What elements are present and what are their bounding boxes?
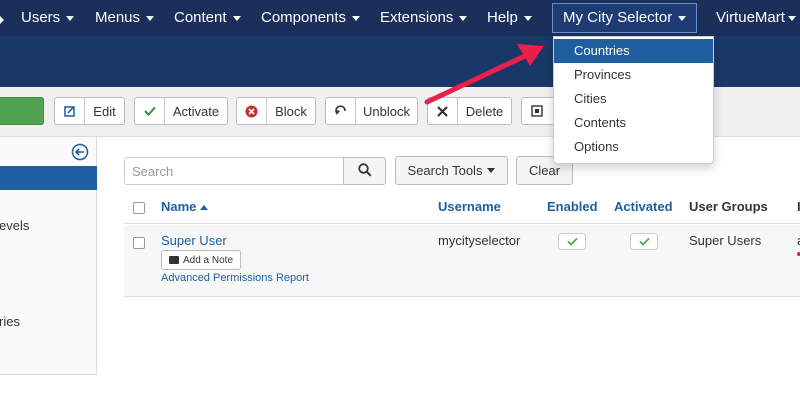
nav-menu-extensions[interactable]: Extensions [380,0,468,36]
column-enabled[interactable]: Enabled [547,199,598,214]
block-icon [237,98,267,124]
new-button[interactable] [0,97,44,125]
delete-button[interactable]: Delete [427,97,512,125]
check-icon [638,234,650,249]
unblock-button[interactable]: Unblock [325,97,418,125]
user-groups-value: Super Users [689,233,762,248]
sidebar-item-categories[interactable]: ries [0,314,20,329]
sidebar: evels ries [0,137,97,375]
column-name[interactable]: Name [161,199,209,214]
menu-item-countries[interactable]: Countries [554,39,713,63]
caret-down-icon [787,15,796,21]
caret-down-icon [232,15,241,21]
caret-down-icon [146,15,155,21]
table-row: Super User Add a Note Advanced Permissio… [124,225,800,297]
activate-button[interactable]: Activate [134,97,228,125]
search-icon [357,162,372,180]
enabled-toggle[interactable] [558,233,586,250]
check-icon [566,234,578,249]
nav-menu-content[interactable]: Content [174,0,241,36]
caret-down-icon [523,15,532,21]
edit-icon [55,98,85,124]
nav-menu-virtuemart[interactable]: VirtueMart [716,0,796,36]
edit-button[interactable]: Edit [54,97,125,125]
my-city-selector-dropdown: Countries Provinces Cities Contents Opti… [553,36,714,164]
menu-item-cities[interactable]: Cities [554,87,713,111]
user-name-link[interactable]: Super User [161,233,227,248]
column-username[interactable]: Username [438,199,501,214]
nav-menu-components[interactable]: Components [261,0,361,36]
nav-menu-users[interactable]: Users [21,0,75,36]
activated-toggle[interactable] [630,233,658,250]
caret-down-icon [459,15,468,21]
menu-item-provinces[interactable]: Provinces [554,63,713,87]
sort-ascending-icon [200,205,209,211]
search-tools-button[interactable]: Search Tools [395,156,508,185]
caret-down-icon [487,168,496,173]
username-value: mycityselector [438,233,521,248]
caret-down-icon [678,15,687,21]
sidebar-item-active[interactable] [0,166,97,190]
column-user-groups: User Groups [689,199,768,214]
nav-menu-my-city-selector[interactable]: My City Selector [552,3,698,33]
note-icon [168,256,179,264]
caret-down-icon [352,15,361,21]
block-button[interactable]: Block [236,97,316,125]
unblock-icon [326,98,356,124]
sidebar-item-levels[interactable]: evels [0,218,29,233]
select-all-checkbox[interactable] [133,202,145,214]
permissions-report-link[interactable]: Advanced Permissions Report [161,272,309,284]
search-input[interactable] [124,157,344,185]
caret-down-icon [66,15,75,21]
top-navbar: Users Menus Content Components Extension… [0,0,800,36]
table-header: Name Username Enabled Activated User Gro… [124,190,800,224]
menu-item-options[interactable]: Options [554,135,713,159]
caret-right-icon [0,16,4,24]
add-note-button[interactable]: Add a Note [161,250,241,270]
menu-item-contents[interactable]: Contents [554,111,713,135]
nav-menu-help[interactable]: Help [487,0,532,36]
nav-menu-menus[interactable]: Menus [95,0,155,36]
check-icon [135,98,165,124]
close-icon [428,98,458,124]
search-button[interactable] [343,157,386,185]
square-icon [522,98,552,124]
row-checkbox[interactable] [133,237,145,249]
collapse-sidebar-icon[interactable] [71,143,89,161]
column-activated[interactable]: Activated [614,199,673,214]
